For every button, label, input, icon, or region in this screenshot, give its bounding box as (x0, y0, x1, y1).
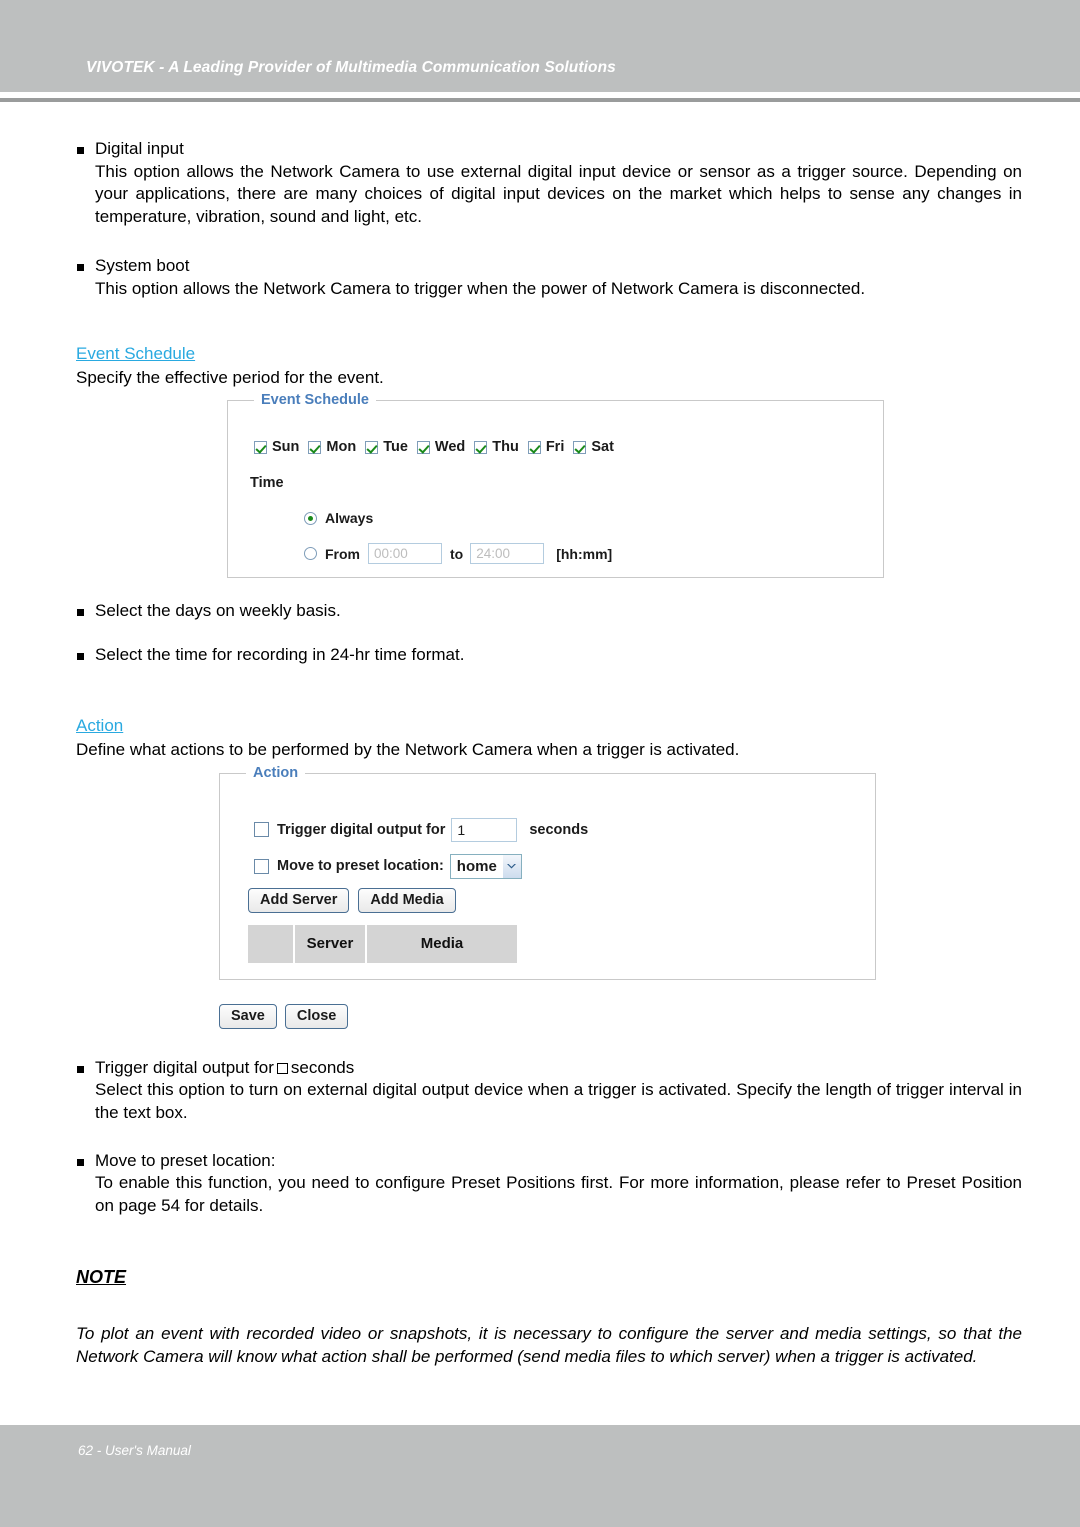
page-footer-bar (0, 1425, 1080, 1527)
weekday-item-fri[interactable]: Fri (527, 439, 565, 456)
weekday-item-thu[interactable]: Thu (474, 439, 519, 455)
bullet-paragraph: Select this option to turn on external d… (95, 1080, 1022, 1122)
widget-legend: Action (246, 764, 306, 781)
bullet-heading: Move to preset location: (76, 1150, 1022, 1173)
checkbox-thu-icon[interactable] (474, 440, 488, 454)
trigger-digital-output-label: Trigger digital output for (277, 821, 446, 838)
weekday-label: Fri (545, 439, 565, 456)
time-group-label: Time (250, 475, 284, 492)
from-time-input[interactable]: 00:00 (368, 543, 442, 565)
action-button-row: Add Server Add Media (248, 887, 456, 913)
weekday-item-sun[interactable]: Sun (254, 439, 299, 455)
table-header-blank (248, 924, 293, 963)
document-content: Digital input This option allows the Net… (0, 102, 1080, 1368)
radio-option-from[interactable]: From 00:00 to 24:00 [hh:mm] (304, 543, 613, 565)
checkbox-tue-icon[interactable] (365, 440, 379, 454)
table-header-media: Media (367, 924, 517, 963)
radio-always-label: Always (325, 510, 374, 527)
bullet-heading: Select the days on weekly basis. (76, 600, 1022, 623)
trigger-digital-output-row[interactable]: Trigger digital output for 1 seconds (254, 817, 589, 842)
weekday-item-sat[interactable]: Sat (573, 439, 614, 455)
bullet-trigger-digital-output: Trigger digital output for seconds Select… (76, 1057, 1022, 1125)
weekday-item-mon[interactable]: Mon (308, 439, 356, 455)
add-server-button[interactable]: Add Server (248, 887, 350, 913)
page-header-bar (0, 0, 1080, 92)
radio-from-icon[interactable] (304, 547, 317, 561)
weekday-label: Sun (272, 439, 300, 456)
to-time-input[interactable]: 24:00 (470, 543, 545, 565)
bullet-digital-input: Digital input This option allows the Net… (76, 138, 1022, 229)
section-description-action: Define what actions to be performed by t… (76, 739, 740, 759)
bullet-select-time: Select the time for recording in 24-hr t… (76, 644, 1022, 667)
add-media-button[interactable]: Add Media (358, 887, 456, 913)
bullet-select-days: Select the days on weekly basis. (76, 600, 1022, 623)
weekday-label: Sat (591, 439, 614, 456)
checkbox-move-to-preset-icon[interactable] (254, 858, 269, 874)
checkbox-wed-icon[interactable] (416, 440, 430, 454)
weekday-checkbox-row: Sun Mon Tue Wed Thu Fri Sat (254, 439, 623, 455)
bullet-paragraph: This option allows the Network Camera to… (95, 161, 1022, 227)
weekday-label: Tue (383, 439, 408, 456)
to-separator-label: to (450, 545, 464, 562)
section-link-event-schedule[interactable]: Event Schedule (76, 344, 195, 364)
bullet-heading: Trigger digital output for seconds (76, 1057, 1022, 1080)
bullet-heading: Select the time for recording in 24-hr t… (76, 644, 1022, 667)
page-header-title: VIVOTEK - A Leading Provider of Multimed… (86, 59, 616, 76)
time-format-hint: [hh:mm] (556, 545, 613, 562)
preset-location-value: home (456, 857, 497, 875)
bullet-heading: System boot (76, 255, 1022, 278)
note-title: NOTE (76, 1266, 127, 1287)
bullet-heading-text-after: seconds (290, 1057, 355, 1077)
bullet-move-to-preset-location: Move to preset location: To enable this … (76, 1150, 1022, 1218)
move-to-preset-label: Move to preset location: (277, 858, 444, 874)
checkbox-sat-icon[interactable] (573, 440, 587, 454)
radio-always-icon[interactable] (304, 511, 317, 525)
page-footer-text: 62 - User's Manual (78, 1443, 191, 1458)
save-button[interactable]: Save (219, 1003, 277, 1029)
weekday-label: Wed (434, 439, 466, 456)
action-table-header: Server Media (248, 924, 517, 963)
weekday-label: Thu (492, 439, 519, 456)
widget-legend: Event Schedule (254, 392, 376, 409)
section-link-action[interactable]: Action (76, 716, 123, 736)
event-schedule-widget: Event Schedule Sun Mon Tue Wed Thu Fri S… (227, 392, 884, 579)
bullet-paragraph: This option allows the Network Camera to… (95, 278, 866, 298)
bullet-heading: Digital input (76, 138, 1022, 161)
checkbox-fri-icon[interactable] (527, 440, 541, 454)
bullet-paragraph: To enable this function, you need to con… (95, 1173, 1022, 1216)
trigger-seconds-input[interactable]: 1 (451, 817, 518, 842)
preset-location-select[interactable]: home (449, 853, 522, 879)
bullet-heading-text-before: Trigger digital output for (95, 1057, 274, 1077)
close-button[interactable]: Close (284, 1003, 349, 1029)
seconds-unit-label: seconds (529, 821, 589, 838)
action-widget: Action Trigger digital output for 1 seco… (219, 764, 876, 980)
radio-from-label: From (325, 545, 360, 562)
form-button-row: Save Close (219, 1003, 1080, 1029)
move-to-preset-row[interactable]: Move to preset location: home (254, 853, 522, 879)
inline-checkbox-icon (276, 1062, 288, 1074)
checkbox-mon-icon[interactable] (308, 440, 322, 454)
chevron-down-icon[interactable] (502, 854, 521, 878)
checkbox-trigger-digital-output-icon[interactable] (254, 822, 269, 837)
table-header-server: Server (295, 924, 365, 963)
radio-option-always[interactable]: Always (304, 510, 373, 526)
section-description-event-schedule: Specify the effective period for the eve… (76, 368, 384, 388)
weekday-item-wed[interactable]: Wed (416, 439, 466, 456)
weekday-label: Mon (326, 439, 357, 456)
weekday-item-tue[interactable]: Tue (365, 439, 408, 455)
bullet-system-boot: System boot This option allows the Netwo… (76, 255, 1022, 300)
note-body: To plot an event with recorded video or … (76, 1323, 1022, 1366)
checkbox-sun-icon[interactable] (254, 440, 267, 454)
